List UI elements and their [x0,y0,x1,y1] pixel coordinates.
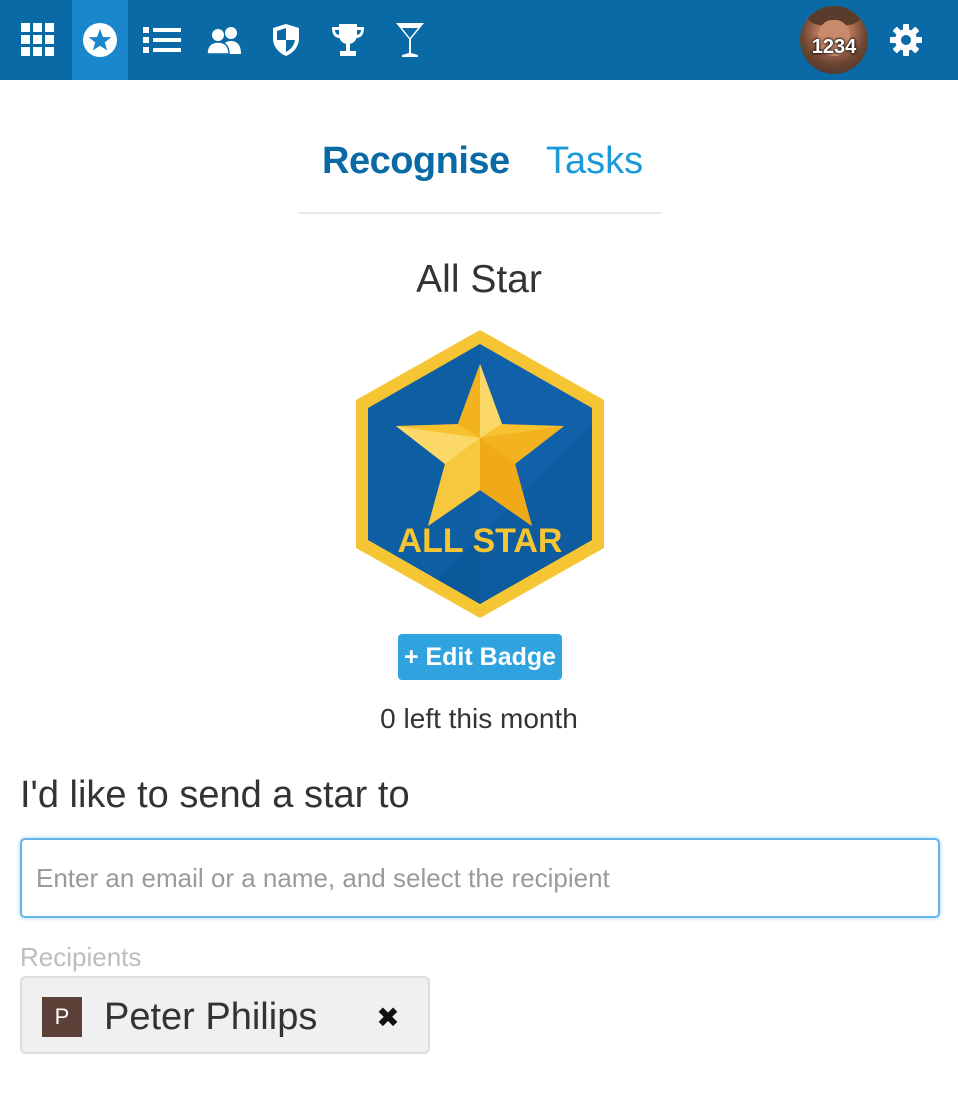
user-avatar[interactable]: 1234 [800,6,868,74]
user-points: 1234 [811,36,857,58]
star-badge-icon[interactable] [72,0,128,80]
shield-icon[interactable] [258,0,314,80]
recipients-label: Recipients [20,942,142,972]
remove-recipient-icon[interactable]: ✖ [366,998,410,1038]
send-star-label: I'd like to send a star to [20,774,410,816]
remaining-stars-text: 0 left this month [380,703,578,734]
tab-tasks[interactable]: Tasks [546,138,643,184]
trophy-icon[interactable] [320,0,376,80]
badge-title: All Star [416,258,542,301]
recipient-chip: P Peter Philips ✖ [20,976,430,1054]
edit-badge-button[interactable]: + Edit Badge [398,634,562,680]
recipient-name: Peter Philips [104,996,318,1038]
cocktail-icon[interactable] [382,0,438,80]
apps-grid-icon[interactable] [10,0,66,80]
top-nav-bar: 1234 [0,0,958,80]
tabs-bar: Recognise Tasks [298,130,662,214]
badge-image-text: ALL STAR [398,522,563,560]
people-icon[interactable] [196,0,252,80]
recipient-search-input[interactable] [20,838,940,918]
recipient-avatar: P [42,997,82,1037]
list-icon[interactable] [134,0,190,80]
tab-recognise[interactable]: Recognise [322,138,510,184]
all-star-badge-image: ALL STAR [352,328,608,625]
gear-icon[interactable] [878,0,934,80]
